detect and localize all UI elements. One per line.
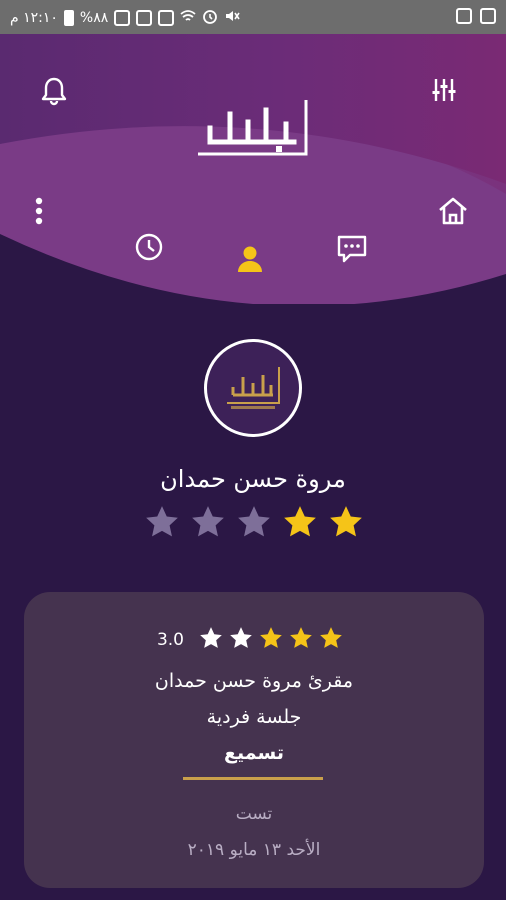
app-logo xyxy=(190,94,316,166)
more-vertical-icon xyxy=(35,197,43,225)
signal-icon xyxy=(114,10,131,26)
bell-icon xyxy=(41,77,67,106)
rating-star-3 xyxy=(235,503,273,547)
session-star-3 xyxy=(258,625,284,655)
filter-settings-button[interactable] xyxy=(430,76,466,112)
status-left: ١٢:١٠ م %٨٨ xyxy=(10,8,240,28)
session-star-4 xyxy=(228,625,254,655)
status-right xyxy=(456,8,496,24)
battery-icon xyxy=(63,10,74,26)
session-date: الأحد ١٣ مايو ٢٠١٩ xyxy=(187,840,321,860)
session-kind: تسميع xyxy=(224,742,284,764)
home-icon xyxy=(439,197,467,225)
profile-rating xyxy=(143,503,365,547)
session-star-2 xyxy=(288,625,314,655)
user-icon xyxy=(238,246,262,272)
nav-messages-button[interactable] xyxy=(336,234,372,270)
sim-icon xyxy=(158,10,175,26)
session-type: جلسة فردية xyxy=(206,706,302,728)
nav-home-button[interactable] xyxy=(437,196,473,232)
nav-profile-button[interactable] xyxy=(235,244,271,280)
profile-avatar xyxy=(204,339,302,437)
card-divider xyxy=(183,777,323,780)
rating-star-4 xyxy=(189,503,227,547)
wifi-icon xyxy=(180,8,196,28)
session-star-1 xyxy=(318,625,344,655)
session-note: تست xyxy=(235,804,273,824)
gallery-icon xyxy=(456,8,472,24)
header xyxy=(0,34,506,304)
notification-app-icon xyxy=(480,8,496,24)
notifications-bell-button[interactable] xyxy=(40,76,76,112)
rating-star-2 xyxy=(281,503,319,547)
session-reader: مقرئ مروة حسن حمدان xyxy=(154,670,354,692)
sliders-icon xyxy=(432,79,456,101)
battery-percent: %٨٨ xyxy=(79,10,109,26)
avatar-logo-image xyxy=(227,367,280,409)
session-rating-value: 3.0 xyxy=(156,630,184,650)
session-rating: 3.0 xyxy=(157,625,344,655)
nav-history-button[interactable] xyxy=(134,232,170,268)
rating-star-1 xyxy=(327,503,365,547)
chat-icon xyxy=(337,235,367,263)
status-time: ١٢:١٠ م xyxy=(10,10,58,26)
alarm-icon xyxy=(202,8,218,28)
status-bar: ١٢:١٠ م %٨٨ xyxy=(0,0,506,34)
mute-icon xyxy=(224,8,240,28)
session-card[interactable]: 3.0 مقرئ مروة حسن حمدان جلسة فردية تسميع… xyxy=(24,592,484,888)
profile-name: مروة حسن حمدان xyxy=(160,465,346,493)
signal-icon-2 xyxy=(136,10,153,26)
rating-star-5 xyxy=(143,503,181,547)
session-star-5 xyxy=(198,625,224,655)
clock-icon xyxy=(135,233,163,261)
more-options-button[interactable] xyxy=(34,196,70,232)
